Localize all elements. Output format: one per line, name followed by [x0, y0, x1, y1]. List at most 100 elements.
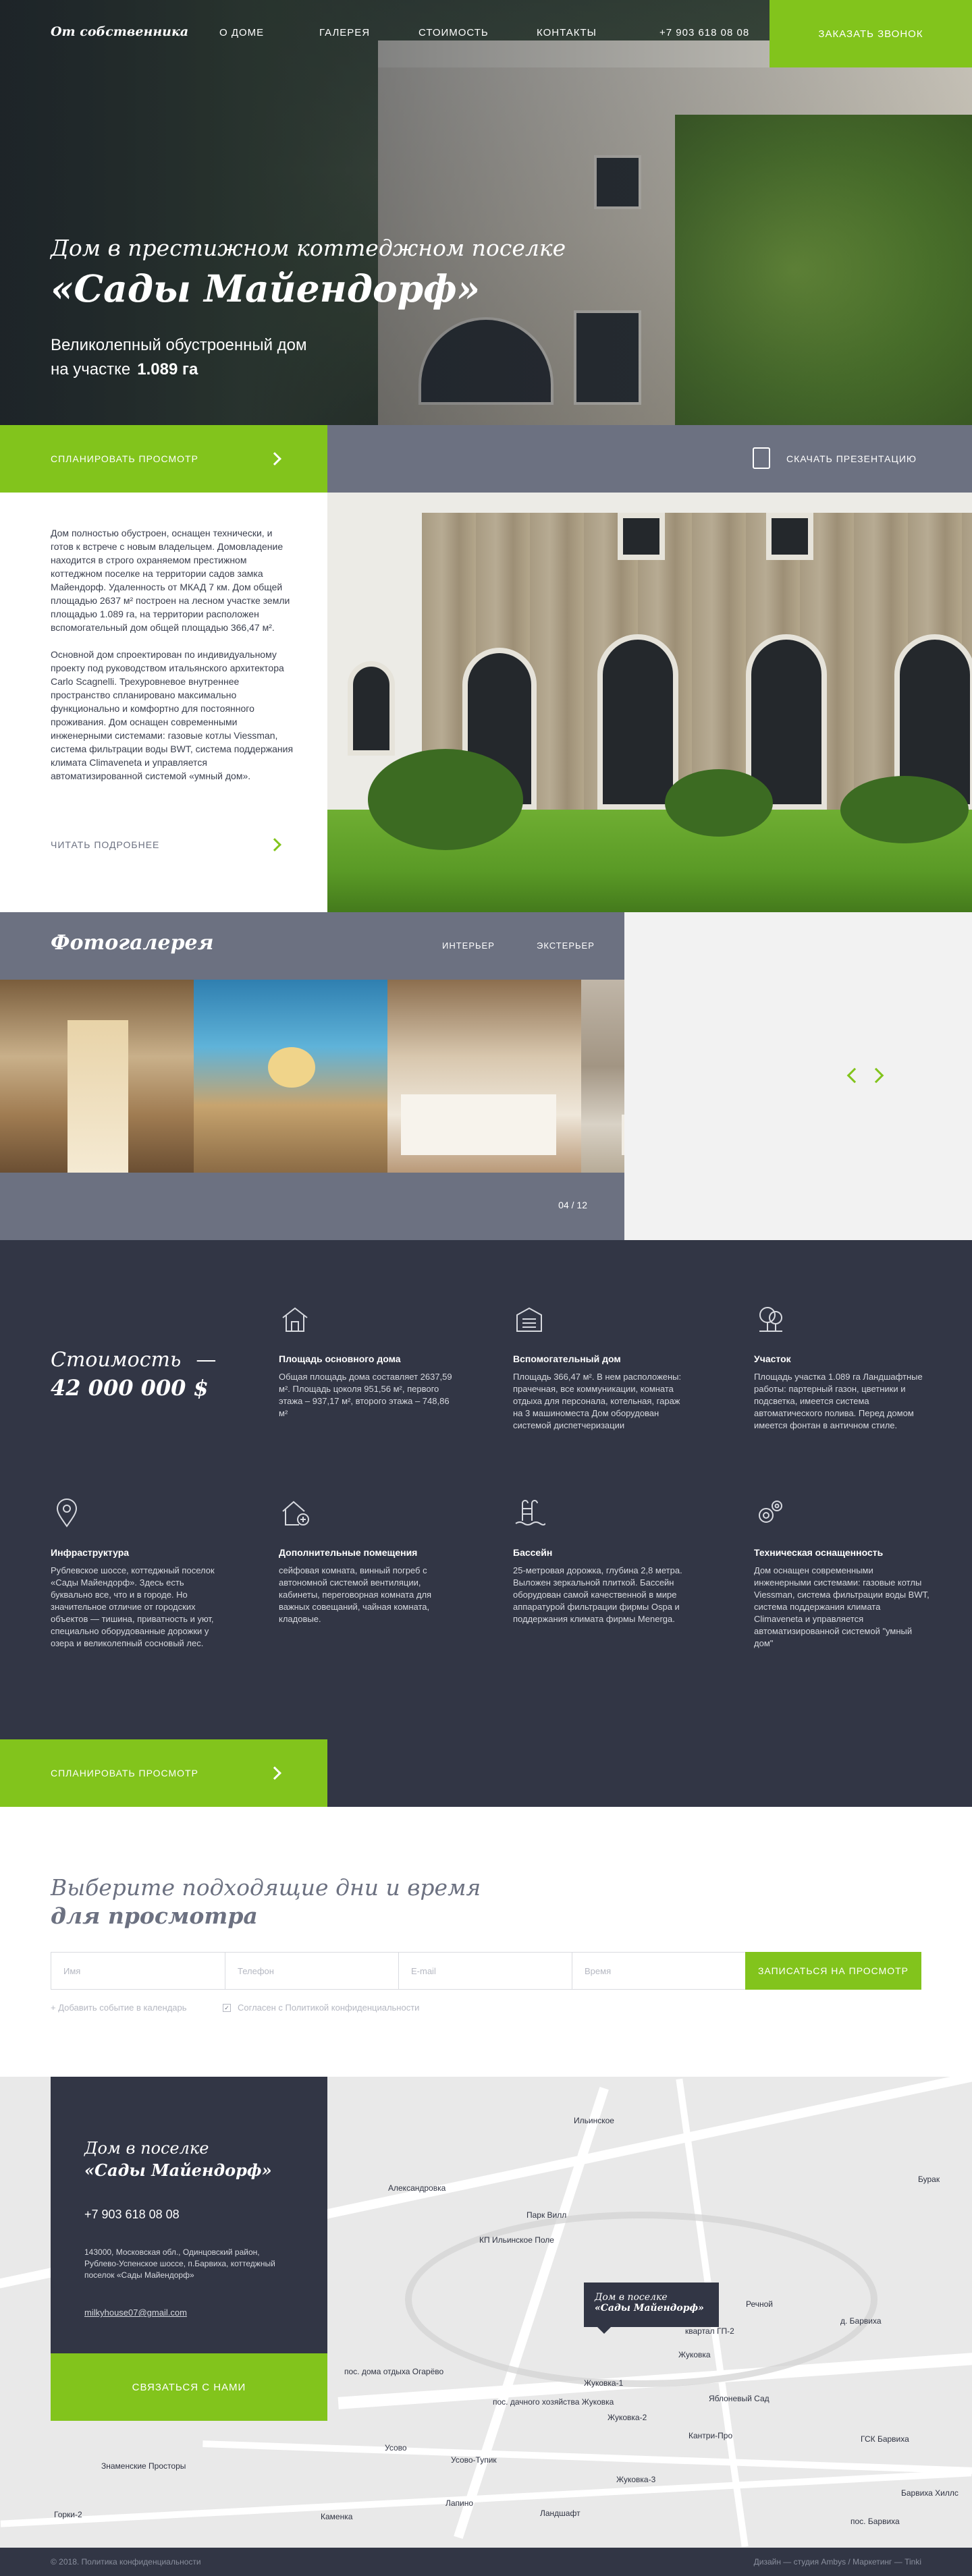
gallery-title: Фотогалерея — [51, 931, 214, 955]
bush — [368, 749, 523, 850]
nav-item-gallery[interactable]: ГАЛЕРЕЯ — [319, 27, 370, 38]
booking-title-1: Выберите подходящие дни и время — [51, 1874, 481, 1901]
gallery-header: Фотогалерея ИНТЕРЬЕР ЭКСТЕРЬЕР — [0, 912, 624, 980]
guest-house-icon — [516, 1307, 542, 1332]
price-plan-view-label: СПЛАНИРОВАТЬ ПРОСМОТР — [51, 1768, 198, 1779]
facade-window — [766, 513, 813, 560]
map-label: Ильинское — [574, 2116, 614, 2125]
map-pin-line2: «Сады Майендорф» — [595, 2303, 704, 2314]
name-field[interactable]: Имя — [51, 1952, 225, 1990]
feature-text: Общая площадь дома составляет 2637,59 м²… — [279, 1372, 452, 1418]
download-presentation-link[interactable]: СКАЧАТЬ ПРЕЗЕНТАЦИЮ — [786, 453, 917, 464]
map-label: Знаменские Просторы — [101, 2461, 186, 2471]
pool-icon — [515, 1500, 546, 1525]
time-field[interactable]: Время — [572, 1952, 745, 1990]
feature-extra-rooms: Дополнительные помещения сейфовая комнат… — [279, 1496, 454, 1625]
facade-window — [348, 661, 395, 756]
photo-bed — [401, 1094, 556, 1155]
hero-desc-line1: Великолепный обустроенный дом — [51, 336, 307, 354]
map-label: Бурак — [918, 2175, 940, 2184]
map-label: Усово — [385, 2443, 407, 2453]
email-field[interactable]: E-mail — [398, 1952, 572, 1990]
map-label: пос. Барвиха — [850, 2517, 900, 2526]
map-label: Жуковка-3 — [616, 2475, 656, 2484]
gallery-photo[interactable] — [387, 980, 581, 1173]
gallery-controls-area — [624, 912, 972, 1240]
booking-section: Выберите подходящие дни и время для прос… — [0, 1807, 972, 2077]
gallery-photo[interactable] — [194, 980, 387, 1173]
bush — [665, 769, 773, 837]
hero-description: Великолепный обустроенный дом на участке… — [51, 333, 307, 382]
contact-phone[interactable]: +7 903 618 08 08 — [84, 2208, 180, 2222]
feature-text: сейфовая комната, винный погреб с автоно… — [279, 1565, 432, 1624]
feature-text: Площадь участка 1.089 га Ландшафтные раб… — [754, 1372, 923, 1430]
price-section: Стоимость — 42 000 000 $ Площадь основног… — [0, 1240, 972, 1807]
map-road — [0, 2469, 972, 2527]
house-plus-icon — [282, 1501, 309, 1525]
footer-credits[interactable]: Дизайн — студия Ambys / Маркетинг — Tink… — [754, 2557, 921, 2567]
price-label: Стоимость — — [51, 1348, 216, 1372]
price-label-text: Стоимость — [51, 1348, 182, 1372]
plan-view-button[interactable]: СПЛАНИРОВАТЬ ПРОСМОТР — [0, 425, 327, 493]
contact-us-button[interactable]: СВЯЗАТЬСЯ С НАМИ — [51, 2353, 327, 2421]
map-label: Горки-2 — [54, 2510, 82, 2519]
nav-item-contacts[interactable]: КОНТАКТЫ — [537, 27, 597, 38]
gallery-photo[interactable] — [0, 980, 194, 1173]
facade-window — [618, 513, 665, 560]
house-icon — [282, 1307, 308, 1332]
bush — [840, 776, 969, 843]
photo-corridor — [68, 1020, 128, 1173]
logo[interactable]: От собственника — [51, 24, 188, 39]
feature-title: Дополнительные помещения — [279, 1547, 418, 1558]
arrow-right-icon — [268, 1766, 281, 1780]
about-text: Дом полностью обустроен, оснащен техниче… — [51, 526, 294, 796]
facade-arch — [597, 634, 678, 810]
map-label: КП Ильинское Поле — [479, 2235, 554, 2245]
consent-label[interactable]: Согласен с Политикой конфиденциальности — [238, 2003, 419, 2013]
house-facade-image — [327, 493, 972, 912]
top-nav: От собственника О ДОМЕ ГАЛЕРЕЯ СТОИМОСТЬ… — [0, 0, 972, 67]
feature-pool: Бассейн 25-метровая дорожка, глубина 2,8… — [513, 1496, 688, 1625]
book-viewing-button[interactable]: ЗАПИСАТЬСЯ НА ПРОСМОТР — [745, 1952, 921, 1990]
map-label: Жуковка — [678, 2350, 711, 2359]
gallery-counter: 04 / 12 — [558, 1200, 587, 1210]
add-to-calendar-link[interactable]: + Добавить событие в календарь — [51, 2003, 187, 2013]
feature-text: 25-метровая дорожка, глубина 2,8 метра. … — [513, 1565, 682, 1624]
read-more-link[interactable]: ЧИТАТЬ ПОДРОБНЕЕ — [51, 839, 159, 850]
map-label: Кантри-Про — [688, 2431, 733, 2440]
map-label: Усово-Тупик — [451, 2455, 497, 2465]
gears-icon — [759, 1501, 782, 1523]
presentation-icon — [753, 447, 770, 469]
map-label: д. Барвиха — [840, 2316, 882, 2326]
hero-desc-line2: на участке 1.089 га — [51, 358, 307, 382]
tab-interior[interactable]: ИНТЕРЬЕР — [442, 941, 495, 951]
map-label: Александровка — [388, 2183, 446, 2193]
price-plan-view-button[interactable]: СПЛАНИРОВАТЬ ПРОСМОТР — [0, 1739, 327, 1807]
price-dash: — — [196, 1348, 217, 1372]
map-label: пос. дома отдыха Огарёво — [344, 2367, 444, 2376]
booking-title-2: для просмотра — [51, 1903, 258, 1929]
download-bar: СКАЧАТЬ ПРЕЗЕНТАЦИЮ — [327, 425, 972, 493]
about-paragraph-1: Дом полностью обустроен, оснащен техниче… — [51, 528, 290, 633]
read-more-arrow-icon[interactable] — [268, 838, 281, 851]
hero-title: «Сады Майендорф» — [51, 267, 481, 310]
footer-policy-link[interactable]: © 2018. Политика конфиденциальности — [51, 2557, 201, 2567]
map-label: пос. дачного хозяйства Жуковка — [493, 2397, 614, 2407]
order-call-button[interactable]: ЗАКАЗАТЬ ЗВОНОК — [770, 0, 972, 67]
feature-text: Дом оснащен современными инженерными сис… — [754, 1565, 929, 1648]
map-pin-tooltip[interactable]: Дом в поселке «Сады Майендорф» — [584, 2283, 719, 2334]
consent-checkbox[interactable]: ✓ — [223, 2004, 231, 2012]
header-phone[interactable]: +7 903 618 08 08 — [659, 27, 749, 38]
location-pin-icon — [56, 1499, 78, 1528]
map-label: Ландшафт — [540, 2509, 580, 2518]
nav-item-price[interactable]: СТОИМОСТЬ — [418, 27, 489, 38]
contact-title-2: «Сады Майендорф» — [84, 2160, 272, 2180]
feature-title: Участок — [754, 1353, 791, 1364]
feature-text: Рублевское шоссе, коттеджный поселок «Са… — [51, 1565, 215, 1648]
phone-field[interactable]: Телефон — [225, 1952, 398, 1990]
feature-text: Площадь 366,47 м². В нем расположены: пр… — [513, 1372, 682, 1430]
tab-exterior[interactable]: ЭКСТЕРЬЕР — [537, 941, 595, 951]
nav-item-about[interactable]: О ДОМЕ — [219, 27, 264, 38]
contact-email[interactable]: milkyhouse07@gmail.com — [84, 2307, 187, 2318]
feature-title: Площадь основного дома — [279, 1353, 401, 1364]
